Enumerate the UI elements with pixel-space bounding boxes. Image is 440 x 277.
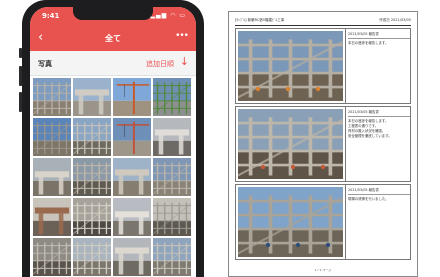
more-options-icon[interactable]: ••• [175,31,189,41]
photo-section-header: 写真 追加日順 ↓ [30,51,196,76]
photo-thumbnail[interactable] [113,78,151,116]
report-document: [ｻﾝﾌﾟﾙ] 新築RC造5階建ﾋﾞﾙ工事 作成日 2021/03/05 202… [228,11,418,277]
photo-thumbnail[interactable] [33,118,71,156]
photo-thumbnail[interactable] [73,198,111,236]
photo-grid [33,78,193,276]
photo-thumbnail[interactable] [113,158,151,196]
photo-thumbnail[interactable] [73,118,111,156]
photo-thumbnail[interactable] [73,158,111,196]
photo-thumbnail[interactable] [153,158,191,196]
report-details: 2021/03/05 報告書 本日の進捗を報告します。 工程表の通りです。 資材… [348,110,410,139]
photo-thumbnail[interactable] [33,238,71,276]
photo-thumbnail[interactable] [153,118,191,156]
report-details: 2021/03/05 報告書 本日の進捗を報告します。 [348,32,410,46]
report-photo [238,187,343,257]
signal-wifi-battery-icon: ▂▄▆ ◠ ▭ [150,12,186,19]
report-status: 報告書 [368,32,379,36]
report-row: 2021/03/05 報告書 本日の進捗を報告します。 工程表の通りです。 資材… [235,106,411,182]
volume-down-button [19,92,22,112]
photo-thumbnail[interactable] [33,198,71,236]
report-head: 2021/03/05 報告書 [348,110,410,117]
report-photo [238,31,343,101]
report-photo [238,109,343,179]
report-row: 2021/03/05 報告書 本日の進捗を報告します。 [235,28,411,104]
photo-thumbnail[interactable] [33,78,71,116]
report-note: 現場の清掃を行いました。 [348,197,389,201]
status-time: 9:41 [42,12,60,20]
sort-by-added-button[interactable]: 追加日順 [146,59,174,69]
photo-thumbnail[interactable] [73,238,111,276]
photo-thumbnail[interactable] [73,78,111,116]
doc-title: [ｻﾝﾌﾟﾙ] 新築RC造5階建ﾋﾞﾙ工事 [235,18,285,22]
photo-thumbnail[interactable] [113,238,151,276]
report-date: 2021/03/05 [348,32,368,36]
report-row: 2021/03/05 報告書 現場の清掃を行いました。 [235,184,411,260]
report-date: 2021/03/05 [348,188,368,192]
photo-thumbnail[interactable] [33,158,71,196]
status-bar: 9:41 ▂▄▆ ◠ ▭ [30,7,196,27]
photo-thumbnail[interactable] [113,118,151,156]
row-divider [345,29,346,103]
doc-header: [ｻﾝﾌﾟﾙ] 新築RC造5階建ﾋﾞﾙ工事 作成日 2021/03/05 [235,17,411,25]
row-divider [345,107,346,181]
photo-thumbnail[interactable] [153,78,191,116]
report-status: 報告書 [368,188,379,192]
report-head: 2021/03/05 報告書 [348,32,410,39]
doc-footer: 1 / 1 ページ [314,268,332,272]
report-date: 2021/03/05 [348,110,368,114]
report-head: 2021/03/05 報告書 [348,188,410,195]
report-note: 本日の進捗を報告します。 工程表の通りです。 資材の搬入状況を確認。 安全管理を… [348,119,392,138]
nav-bar: ‹ 全て ••• [30,27,196,51]
report-details: 2021/03/05 報告書 現場の清掃を行いました。 [348,188,410,202]
sort-arrow-icon[interactable]: ↓ [180,55,189,68]
section-label: 写真 [38,60,52,68]
report-status: 報告書 [368,110,379,114]
photo-thumbnail[interactable] [153,238,191,276]
mute-switch [19,48,22,58]
nav-title: 全て [105,34,121,43]
volume-up-button [19,66,22,86]
doc-divider [235,25,411,26]
phone-screen: 9:41 ▂▄▆ ◠ ▭ ‹ 全て ••• 写真 追加日順 ↓ [30,7,196,277]
row-divider [345,185,346,259]
photo-thumbnail[interactable] [153,198,191,236]
phone-mockup: 9:41 ▂▄▆ ◠ ▭ ‹ 全て ••• 写真 追加日順 ↓ [19,0,204,277]
report-note: 本日の進捗を報告します。 [348,41,389,45]
notch [73,7,153,20]
doc-date: 作成日 2021/03/05 [379,18,411,22]
photo-thumbnail[interactable] [113,198,151,236]
